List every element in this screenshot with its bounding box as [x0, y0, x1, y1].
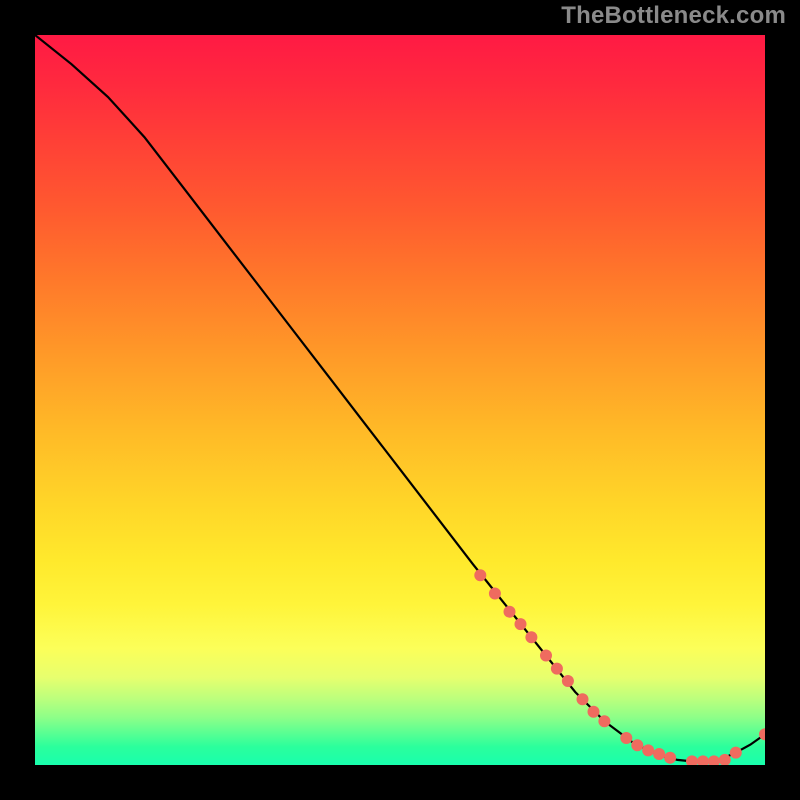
- watermark-text: TheBottleneck.com: [561, 2, 786, 30]
- data-marker: [642, 744, 654, 756]
- data-marker: [730, 747, 742, 759]
- data-marker: [551, 663, 563, 675]
- data-marker: [562, 675, 574, 687]
- data-marker: [631, 739, 643, 751]
- data-marker: [653, 748, 665, 760]
- plot-area: [35, 35, 765, 765]
- data-marker: [686, 755, 698, 765]
- data-marker: [588, 706, 600, 718]
- data-marker: [515, 618, 527, 630]
- data-marker: [540, 650, 552, 662]
- data-marker: [577, 693, 589, 705]
- data-markers: [474, 569, 765, 765]
- chart-frame: TheBottleneck.com: [0, 0, 800, 800]
- data-marker: [474, 569, 486, 581]
- data-marker: [489, 588, 501, 600]
- data-marker: [708, 755, 720, 765]
- line-series: [35, 35, 765, 765]
- data-marker: [504, 606, 516, 618]
- data-marker: [598, 715, 610, 727]
- data-marker: [620, 732, 632, 744]
- data-marker: [525, 631, 537, 643]
- data-marker: [697, 755, 709, 765]
- bottleneck-curve: [35, 35, 765, 761]
- data-marker: [664, 752, 676, 764]
